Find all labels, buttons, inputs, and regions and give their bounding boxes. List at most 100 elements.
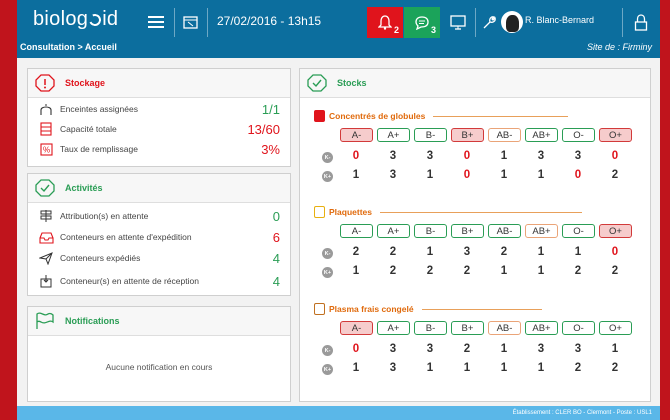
stock-count[interactable]: 0 — [346, 150, 366, 162]
lock-icon[interactable] — [630, 11, 652, 33]
avatar[interactable] — [501, 11, 523, 33]
stock-count[interactable]: 3 — [383, 169, 403, 181]
blood-group-Apos-button[interactable]: A+ — [377, 128, 410, 142]
activites-row-attribution[interactable]: Attribution(s) en attente 0 — [38, 207, 280, 225]
stock-count[interactable]: 0 — [605, 246, 625, 258]
activites-header: Activités — [28, 174, 290, 203]
stock-count[interactable]: 2 — [605, 265, 625, 277]
stock-count[interactable]: 1 — [420, 246, 440, 258]
stock-count[interactable]: 1 — [457, 362, 477, 374]
blood-group-ABneg-button[interactable]: AB- — [488, 224, 521, 238]
stock-count[interactable]: 1 — [494, 150, 514, 162]
stock-count[interactable]: 2 — [383, 265, 403, 277]
stock-count[interactable]: 1 — [531, 362, 551, 374]
blood-group-Bneg-button[interactable]: B- — [414, 128, 447, 142]
blood-group-Bneg-button[interactable]: B- — [414, 321, 447, 335]
blood-group-Aneg-button[interactable]: A- — [340, 321, 373, 335]
stock-section-title: Concentrés de globules — [314, 109, 569, 123]
kell-positive-badge: K+ — [322, 267, 333, 278]
stock-count[interactable]: 0 — [568, 169, 588, 181]
stock-count[interactable]: 2 — [420, 265, 440, 277]
stock-count[interactable]: 3 — [420, 343, 440, 355]
stock-count[interactable]: 1 — [494, 169, 514, 181]
stock-count[interactable]: 1 — [346, 169, 366, 181]
stock-count[interactable]: 1 — [494, 362, 514, 374]
user-name[interactable]: R. Blanc-Bernard — [525, 15, 594, 25]
stock-count[interactable]: 1 — [494, 343, 514, 355]
stock-count[interactable]: 3 — [420, 150, 440, 162]
blood-group-ABneg-button[interactable]: AB- — [488, 128, 521, 142]
stock-count[interactable]: 1 — [346, 362, 366, 374]
stock-count[interactable]: 1 — [494, 265, 514, 277]
app-logo[interactable]: biolog id — [33, 8, 118, 31]
stock-count[interactable]: 2 — [383, 246, 403, 258]
blood-group-ABpos-button[interactable]: AB+ — [525, 321, 558, 335]
stock-count[interactable]: 3 — [383, 343, 403, 355]
stock-count[interactable]: 2 — [457, 265, 477, 277]
stock-count[interactable]: 1 — [531, 246, 551, 258]
stock-count[interactable]: 3 — [383, 150, 403, 162]
alerts-bell-button[interactable]: 2 — [367, 7, 403, 38]
wrench-icon[interactable] — [477, 11, 499, 33]
stock-count[interactable]: 2 — [568, 362, 588, 374]
stockage-row-capacite[interactable]: Capacité totale 13/60 — [38, 120, 280, 138]
rack-icon — [38, 122, 54, 136]
blood-group-Bneg-button[interactable]: B- — [414, 224, 447, 238]
stock-count[interactable]: 3 — [457, 246, 477, 258]
stock-count[interactable]: 2 — [494, 246, 514, 258]
blood-group-ABpos-button[interactable]: AB+ — [525, 128, 558, 142]
stock-count[interactable]: 2 — [605, 169, 625, 181]
messages-button[interactable]: 3 — [404, 7, 440, 38]
stockage-title: Stockage — [65, 78, 106, 88]
stock-count[interactable]: 0 — [605, 150, 625, 162]
stock-count[interactable]: 3 — [531, 150, 551, 162]
stockage-row-enceintes[interactable]: Enceintes assignées 1/1 — [38, 100, 280, 118]
stock-count[interactable]: 1 — [568, 246, 588, 258]
monitor-icon[interactable] — [447, 11, 469, 33]
stock-count[interactable]: 0 — [346, 343, 366, 355]
blood-group-Opos-button[interactable]: O+ — [599, 321, 632, 335]
calendar-icon[interactable] — [179, 11, 201, 33]
blood-group-Oneg-button[interactable]: O- — [562, 128, 595, 142]
stock-count[interactable]: 1 — [605, 343, 625, 355]
stockage-value: 13/60 — [247, 121, 280, 137]
blood-group-Bpos-button[interactable]: B+ — [451, 321, 484, 335]
stock-count[interactable]: 1 — [531, 169, 551, 181]
stock-count[interactable]: 2 — [568, 265, 588, 277]
blood-group-Opos-button[interactable]: O+ — [599, 128, 632, 142]
blood-group-Aneg-button[interactable]: A- — [340, 128, 373, 142]
stock-count[interactable]: 1 — [346, 265, 366, 277]
activites-row-expedition[interactable]: Conteneurs en attente d'expédition 6 — [38, 228, 280, 246]
blood-group-Opos-button[interactable]: O+ — [599, 224, 632, 238]
stock-count[interactable]: 1 — [531, 265, 551, 277]
activites-row-reception[interactable]: Conteneur(s) en attente de réception 4 — [38, 272, 280, 290]
blood-group-Oneg-button[interactable]: O- — [562, 224, 595, 238]
stock-count[interactable]: 1 — [420, 362, 440, 374]
warning-octagon-icon — [35, 74, 55, 92]
activites-row-expedies[interactable]: Conteneurs expédiés 4 — [38, 249, 280, 267]
blood-group-ABpos-button[interactable]: AB+ — [525, 224, 558, 238]
stock-count[interactable]: 2 — [605, 362, 625, 374]
chat-icon — [415, 16, 429, 30]
blood-group-Bpos-button[interactable]: B+ — [451, 224, 484, 238]
activites-value: 4 — [272, 273, 280, 289]
stock-count[interactable]: 1 — [420, 169, 440, 181]
blood-group-Bpos-button[interactable]: B+ — [451, 128, 484, 142]
stock-count[interactable]: 0 — [457, 150, 477, 162]
stock-count[interactable]: 2 — [346, 246, 366, 258]
stock-count[interactable]: 3 — [568, 150, 588, 162]
stockage-row-taux[interactable]: % Taux de remplissage 3% — [38, 140, 280, 158]
stock-count[interactable]: 2 — [457, 343, 477, 355]
blood-group-Aneg-button[interactable]: A- — [340, 224, 373, 238]
blood-group-Apos-button[interactable]: A+ — [377, 224, 410, 238]
stock-count[interactable]: 3 — [531, 343, 551, 355]
blood-group-Oneg-button[interactable]: O- — [562, 321, 595, 335]
menu-icon[interactable] — [145, 11, 167, 33]
stockage-value: 3% — [261, 141, 280, 157]
stock-count[interactable]: 3 — [383, 362, 403, 374]
stock-count[interactable]: 3 — [568, 343, 588, 355]
stockage-panel: Stockage Enceintes assignées 1/1 Capacit… — [27, 68, 291, 167]
stock-count[interactable]: 0 — [457, 169, 477, 181]
blood-group-ABneg-button[interactable]: AB- — [488, 321, 521, 335]
blood-group-Apos-button[interactable]: A+ — [377, 321, 410, 335]
